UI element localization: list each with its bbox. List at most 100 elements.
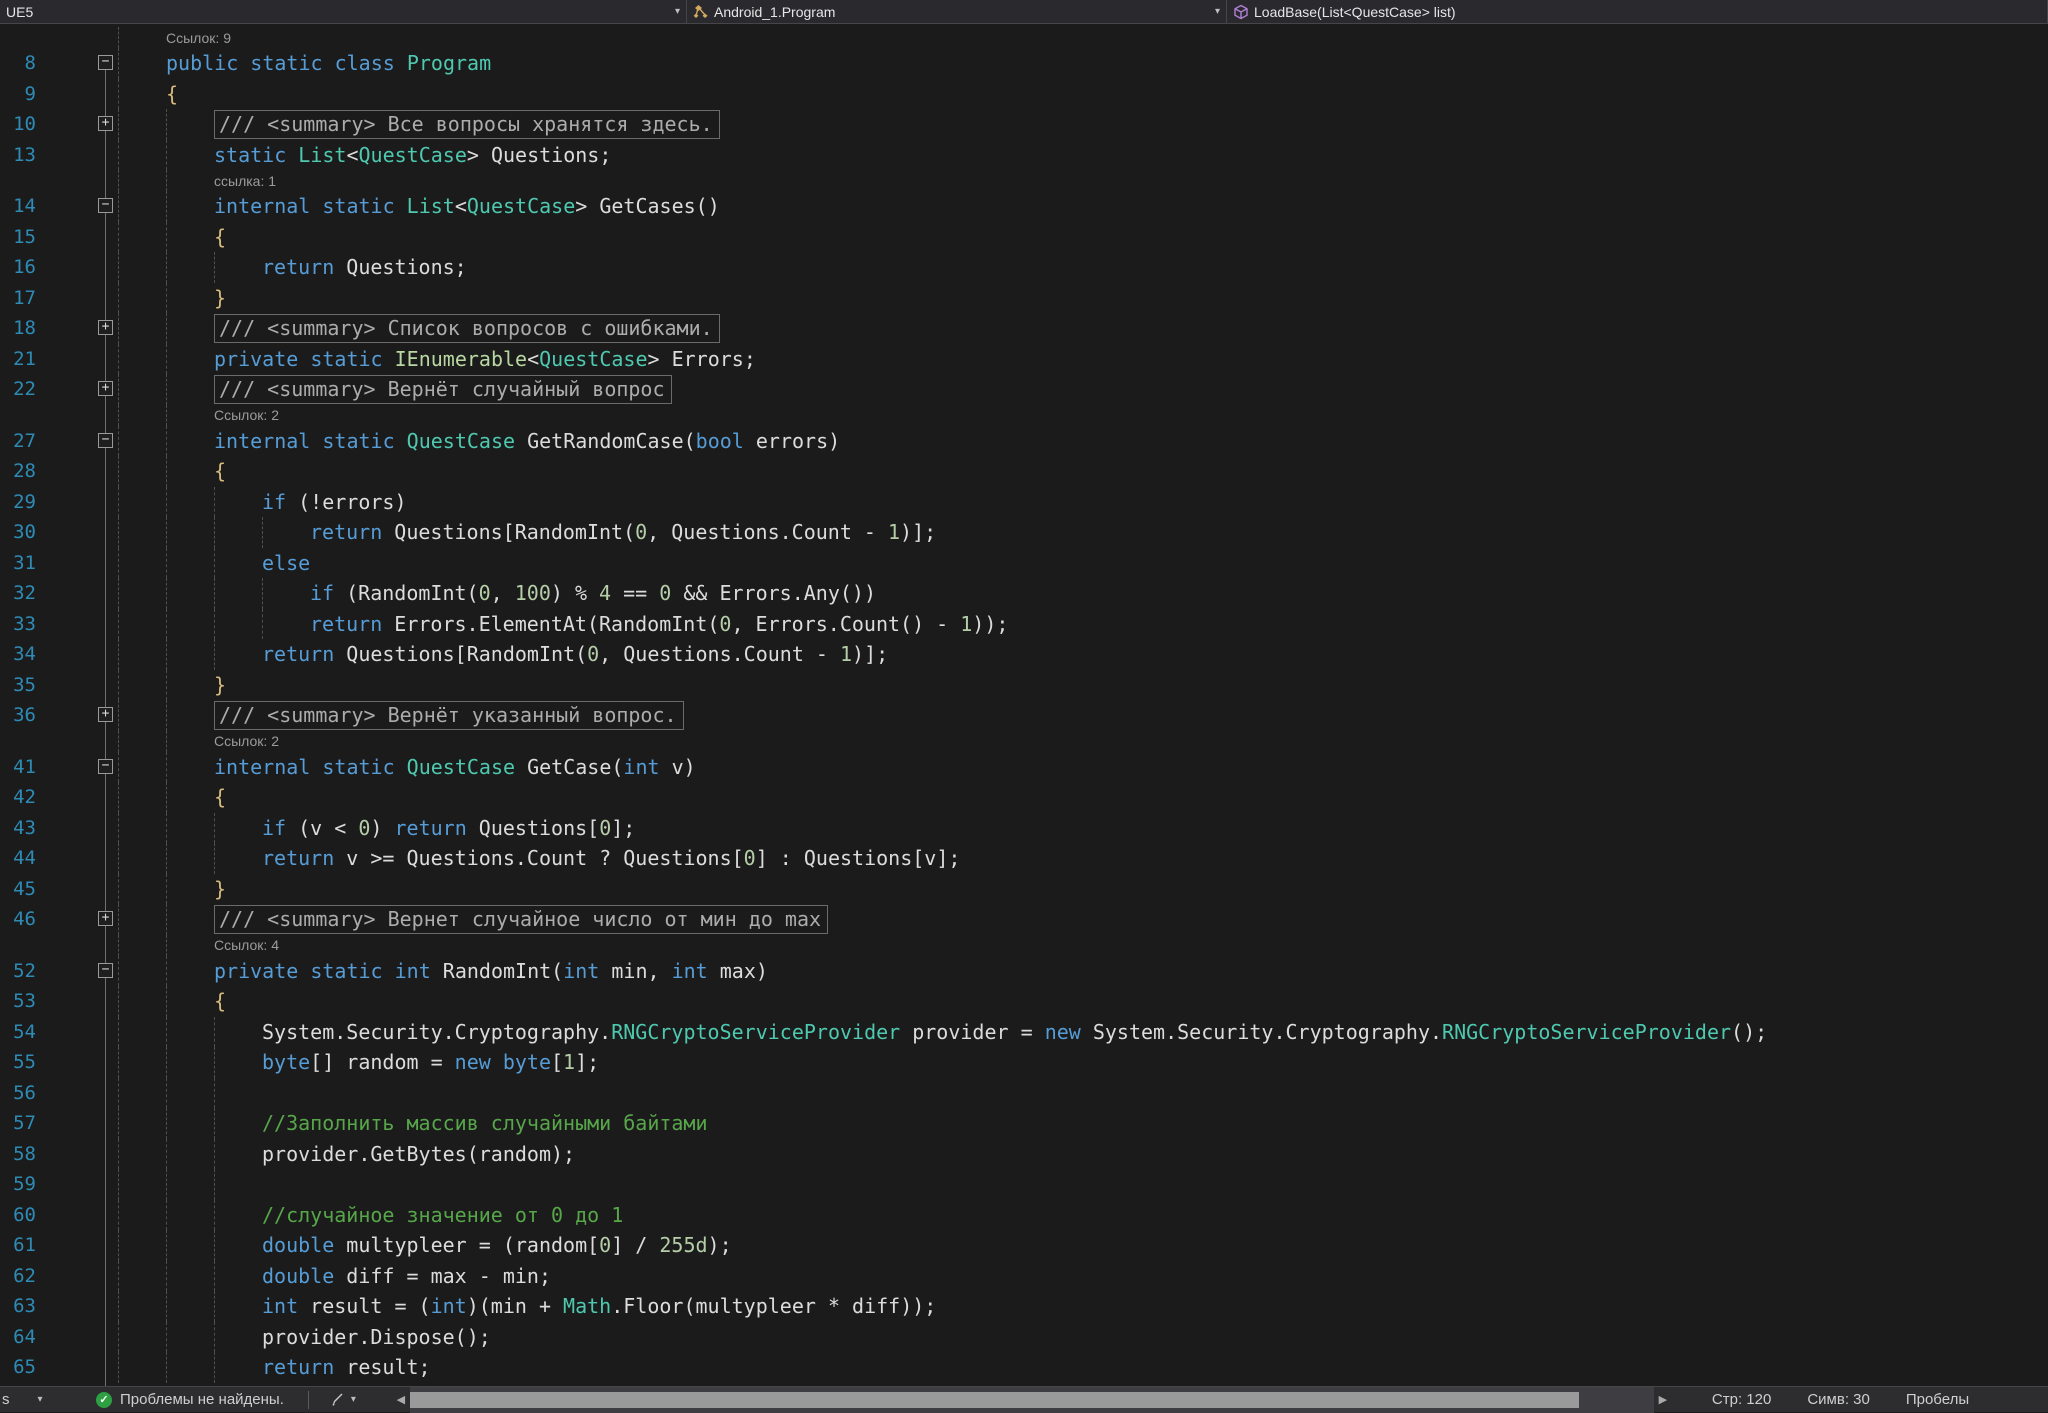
code-line[interactable]: 21private static IEnumerable<QuestCase> …	[0, 344, 2048, 375]
collapsed-xml-summary[interactable]: /// <summary> Вернет случайное число от …	[214, 905, 828, 934]
class-dropdown[interactable]: Android_1.Program ▾	[687, 0, 1227, 23]
document-health-indicator[interactable]: ✓ Проблемы не найдены.	[78, 1391, 298, 1408]
indent-guide	[118, 904, 166, 935]
codelens-references-link[interactable]: ссылка: 1	[214, 173, 276, 189]
collapsed-summary-line[interactable]: 10 + /// <summary> Все вопросы хранятся зд…	[0, 109, 2048, 140]
code-line[interactable]: 56	[0, 1078, 2048, 1109]
indent-guide	[118, 1322, 166, 1353]
code-line[interactable]: 9{	[0, 79, 2048, 110]
divider	[308, 1391, 309, 1409]
collapsed-xml-summary[interactable]: /// <summary> Вернёт указанный вопрос.	[214, 701, 684, 730]
code-editor[interactable]: Ссылок: 9 8−public static class Program9{…	[0, 24, 2048, 1386]
code-line[interactable]: 41−internal static QuestCase GetCase(int…	[0, 752, 2048, 783]
indent-guide	[118, 170, 166, 191]
fold-expand-icon[interactable]: +	[98, 116, 113, 131]
indent-guide	[166, 956, 214, 987]
scrollbar-thumb[interactable]	[410, 1392, 1579, 1408]
code-line[interactable]: 58provider.GetBytes(random);	[0, 1139, 2048, 1170]
code-line[interactable]: 53{	[0, 986, 2048, 1017]
code-line[interactable]: 44return v >= Questions.Count ? Question…	[0, 843, 2048, 874]
code-line[interactable]: 13static List<QuestCase> Questions;	[0, 140, 2048, 171]
project-dropdown[interactable]: UE5 ▾	[0, 0, 687, 23]
code-line[interactable]: 32if (RandomInt(0, 100) % 4 == 0 && Erro…	[0, 578, 2048, 609]
collapsed-summary-line[interactable]: 18+/// <summary> Список вопросов с ошибк…	[0, 313, 2048, 344]
indent-guide	[214, 639, 262, 670]
collapsed-xml-summary[interactable]: /// <summary> Список вопросов с ошибками…	[214, 314, 720, 343]
scroll-left-arrow[interactable]: ◀	[392, 1387, 410, 1413]
zoom-dropdown[interactable]: s ▾	[0, 1391, 78, 1408]
code-line[interactable]: 33return Errors.ElementAt(RandomInt(0, E…	[0, 609, 2048, 640]
code-line[interactable]: 61double multypleer = (random[0] / 255d)…	[0, 1230, 2048, 1261]
indent-guide	[166, 283, 214, 314]
indent-guide	[118, 79, 166, 110]
column-indicator[interactable]: Симв: 30	[1807, 1391, 1870, 1408]
code-text: internal static QuestCase GetCase(int v)	[214, 755, 696, 779]
code-line[interactable]: 27−internal static QuestCase GetRandomCa…	[0, 426, 2048, 457]
code-text: provider.GetBytes(random);	[262, 1142, 575, 1166]
fold-expand-icon[interactable]: +	[98, 381, 113, 396]
codelens-row[interactable]: Ссылок: 4	[0, 935, 2048, 956]
code-line[interactable]: 29if (!errors)	[0, 487, 2048, 518]
line-indicator[interactable]: Стр: 120	[1712, 1391, 1771, 1408]
code-line[interactable]: 16return Questions;	[0, 252, 2048, 283]
indent-guide	[166, 578, 214, 609]
indent-guide	[118, 27, 166, 48]
codelens-row[interactable]: Ссылок: 9	[0, 27, 2048, 48]
code-line[interactable]: 15{	[0, 222, 2048, 253]
indent-guide	[214, 578, 262, 609]
code-line[interactable]: 17}	[0, 283, 2048, 314]
pen-tool-button[interactable]: ▾	[319, 1392, 366, 1408]
codelens-row[interactable]: Ссылок: 2	[0, 731, 2048, 752]
code-line[interactable]: 57//Заполнить массив случайными байтами	[0, 1108, 2048, 1139]
scroll-right-arrow[interactable]: ▶	[1654, 1387, 1672, 1413]
code-line[interactable]: 35}	[0, 670, 2048, 701]
code-line[interactable]: 55byte[] random = new byte[1];	[0, 1047, 2048, 1078]
codelens-references-link[interactable]: Ссылок: 4	[214, 937, 279, 953]
code-line[interactable]: 45}	[0, 874, 2048, 905]
scrollbar-track[interactable]	[410, 1387, 1654, 1413]
code-line[interactable]: 42{	[0, 782, 2048, 813]
code-text: {	[214, 225, 226, 249]
indent-guide	[166, 426, 214, 457]
collapsed-xml-summary[interactable]: /// <summary> Все вопросы хранятся здесь…	[214, 110, 720, 139]
fold-expand-icon[interactable]: +	[98, 911, 113, 926]
line-number: 10	[0, 109, 44, 140]
code-text: double diff = max - min;	[262, 1264, 551, 1288]
code-line[interactable]: 8−public static class Program	[0, 48, 2048, 79]
spaces-indicator[interactable]: Пробелы	[1906, 1391, 1969, 1408]
code-text: static List<QuestCase> Questions;	[214, 143, 611, 167]
code-line[interactable]: 60//случайное значение от 0 до 1	[0, 1200, 2048, 1231]
collapsed-xml-summary[interactable]: /// <summary> Вернёт случайный вопрос	[214, 375, 672, 404]
fold-expand-icon[interactable]: +	[98, 707, 113, 722]
code-line[interactable]: 64provider.Dispose();	[0, 1322, 2048, 1353]
code-line[interactable]: 31else	[0, 548, 2048, 579]
code-line[interactable]: 14−internal static List<QuestCase> GetCa…	[0, 191, 2048, 222]
collapsed-summary-line[interactable]: 46+/// <summary> Вернет случайное число …	[0, 904, 2048, 935]
code-line[interactable]: 52−private static int RandomInt(int min,…	[0, 956, 2048, 987]
fold-collapse-icon[interactable]: −	[98, 198, 113, 213]
code-line[interactable]: 34return Questions[RandomInt(0, Question…	[0, 639, 2048, 670]
code-line[interactable]: 63int result = (int)(min + Math.Floor(mu…	[0, 1291, 2048, 1322]
collapsed-summary-line[interactable]: 22+/// <summary> Вернёт случайный вопрос	[0, 374, 2048, 405]
indent-guide	[166, 1017, 214, 1048]
code-line[interactable]: 65return result;	[0, 1352, 2048, 1383]
code-line[interactable]: 54System.Security.Cryptography.RNGCrypto…	[0, 1017, 2048, 1048]
fold-collapse-icon[interactable]: −	[98, 55, 113, 70]
fold-collapse-icon[interactable]: −	[98, 759, 113, 774]
method-dropdown[interactable]: LoadBase(List<QuestCase> list)	[1227, 0, 2048, 23]
code-line[interactable]: 30return Questions[RandomInt(0, Question…	[0, 517, 2048, 548]
codelens-row[interactable]: ссылка: 1	[0, 170, 2048, 191]
indent-guide	[214, 487, 262, 518]
fold-collapse-icon[interactable]: −	[98, 963, 113, 978]
codelens-references-link[interactable]: Ссылок: 9	[166, 30, 231, 46]
collapsed-summary-line[interactable]: 36+/// <summary> Вернёт указанный вопрос…	[0, 700, 2048, 731]
code-line[interactable]: 62double diff = max - min;	[0, 1261, 2048, 1292]
fold-collapse-icon[interactable]: −	[98, 433, 113, 448]
code-line[interactable]: 43if (v < 0) return Questions[0];	[0, 813, 2048, 844]
codelens-row[interactable]: Ссылок: 2	[0, 405, 2048, 426]
codelens-references-link[interactable]: Ссылок: 2	[214, 407, 279, 423]
code-line[interactable]: 59	[0, 1169, 2048, 1200]
fold-expand-icon[interactable]: +	[98, 320, 113, 335]
code-line[interactable]: 28{	[0, 456, 2048, 487]
codelens-references-link[interactable]: Ссылок: 2	[214, 733, 279, 749]
